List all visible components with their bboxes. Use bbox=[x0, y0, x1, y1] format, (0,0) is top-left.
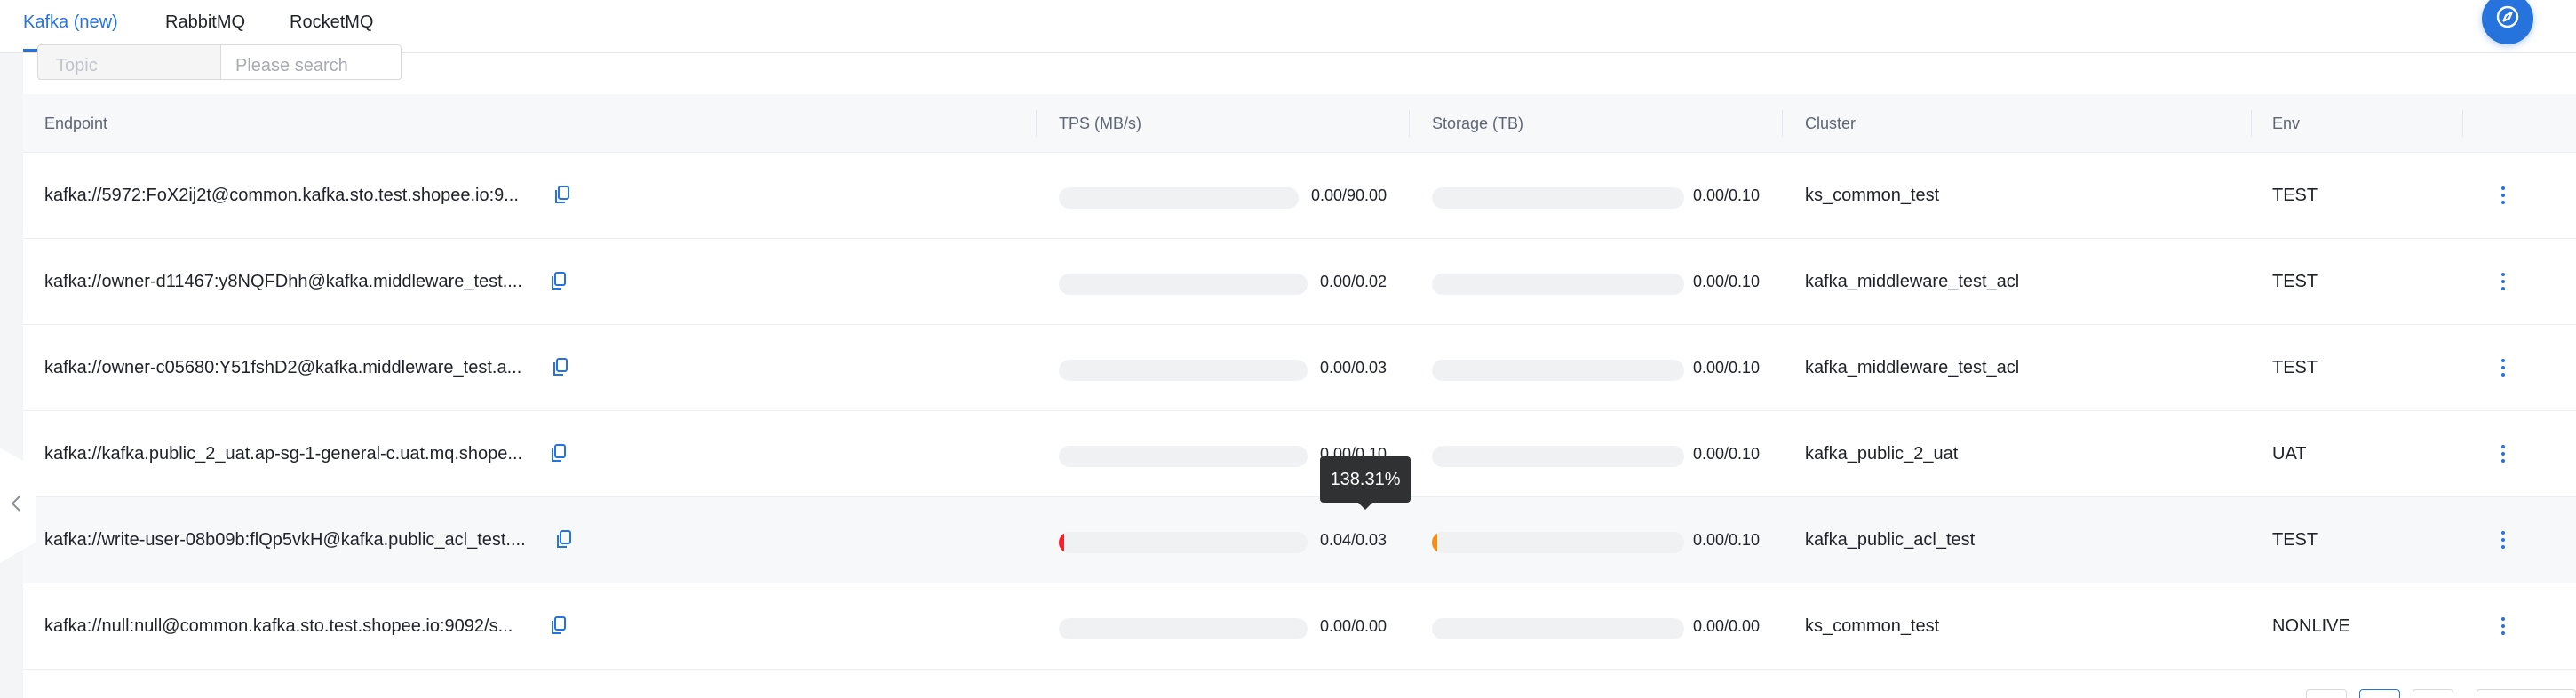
column-divider bbox=[2251, 110, 2252, 137]
header-tps: TPS (MB/s) bbox=[1059, 115, 1141, 132]
env-label: TEST bbox=[2272, 272, 2318, 291]
storage-value: 0.00/0.00 bbox=[1693, 617, 1761, 635]
storage-progress-bar bbox=[1432, 360, 1684, 381]
main-content: Topic Please search Endpoint TPS (MB/s) … bbox=[23, 44, 2576, 698]
storage-progress-fill bbox=[1432, 532, 1437, 553]
table-row[interactable]: kafka://5972:FoX2ij2t@common.kafka.sto.t… bbox=[23, 153, 2576, 239]
cluster-name: ks_common_test bbox=[1805, 616, 1940, 636]
endpoint-text: kafka://owner-c05680:Y51fshD2@kafka.midd… bbox=[44, 358, 522, 377]
tps-progress-bar bbox=[1059, 618, 1308, 639]
table-row[interactable]: kafka://kafka.public_2_uat.ap-sg-1-gener… bbox=[23, 411, 2576, 497]
cluster-name: kafka_middleware_test_acl bbox=[1805, 358, 2020, 377]
endpoint-text: kafka://owner-d11467:y8NQFDhh@kafka.midd… bbox=[44, 272, 522, 291]
search-input[interactable]: Please search bbox=[220, 44, 402, 80]
header-cluster: Cluster bbox=[1805, 115, 1856, 132]
endpoint-text: kafka://kafka.public_2_uat.ap-sg-1-gener… bbox=[44, 444, 523, 464]
tps-progress-fill bbox=[1059, 532, 1064, 553]
storage-progress-bar bbox=[1432, 187, 1684, 209]
page-gutter bbox=[0, 53, 23, 698]
tps-progress-bar bbox=[1059, 360, 1308, 381]
tps-progress-bar bbox=[1059, 274, 1308, 295]
storage-progress-bar bbox=[1432, 274, 1684, 295]
tps-progress-bar bbox=[1059, 446, 1308, 467]
pagination-next[interactable] bbox=[2413, 689, 2453, 698]
cluster-name: kafka_public_acl_test bbox=[1805, 530, 1976, 550]
storage-value: 0.00/0.10 bbox=[1693, 273, 1761, 290]
header-endpoint: Endpoint bbox=[44, 115, 108, 132]
env-label: TEST bbox=[2272, 530, 2318, 550]
more-actions-icon[interactable] bbox=[2493, 271, 2514, 292]
more-actions-icon[interactable] bbox=[2493, 185, 2514, 206]
copy-icon[interactable] bbox=[551, 444, 567, 464]
copy-icon[interactable] bbox=[551, 616, 567, 636]
table-header: Endpoint TPS (MB/s) Storage (TB) Cluster… bbox=[23, 94, 2576, 153]
cluster-name: kafka_middleware_test_acl bbox=[1805, 272, 2020, 291]
compass-button[interactable] bbox=[2482, 0, 2533, 44]
cluster-name: kafka_public_2_uat bbox=[1805, 444, 1959, 464]
endpoint-text: kafka://write-user-08b09b:flQp5vkH@kafka… bbox=[44, 530, 526, 550]
table-row[interactable]: kafka://null:null@common.kafka.sto.test.… bbox=[23, 583, 2576, 670]
storage-value: 0.00/0.10 bbox=[1693, 186, 1761, 204]
env-label: TEST bbox=[2272, 358, 2318, 377]
copy-icon[interactable] bbox=[553, 358, 568, 377]
header-storage: Storage (TB) bbox=[1432, 115, 1524, 132]
storage-value: 0.00/0.10 bbox=[1693, 531, 1761, 549]
table-row[interactable]: kafka://owner-c05680:Y51fshD2@kafka.midd… bbox=[23, 325, 2576, 411]
column-divider bbox=[1782, 110, 1783, 137]
endpoint-text: kafka://5972:FoX2ij2t@common.kafka.sto.t… bbox=[44, 186, 519, 205]
copy-icon[interactable] bbox=[551, 272, 567, 291]
storage-value: 0.00/0.10 bbox=[1693, 359, 1761, 377]
more-actions-icon[interactable] bbox=[2493, 357, 2514, 378]
pagination-page-current[interactable] bbox=[2359, 689, 2400, 698]
more-actions-icon[interactable] bbox=[2493, 529, 2514, 551]
tps-progress-bar[interactable] bbox=[1059, 532, 1308, 553]
column-divider bbox=[1409, 110, 1410, 137]
tps-value: 0.04/0.03 bbox=[1320, 531, 1387, 549]
tps-value: 0.00/90.00 bbox=[1311, 186, 1387, 204]
copy-icon[interactable] bbox=[554, 186, 570, 205]
endpoint-text: kafka://null:null@common.kafka.sto.test.… bbox=[44, 616, 513, 636]
column-divider bbox=[1036, 110, 1037, 137]
cluster-name: ks_common_test bbox=[1805, 186, 1940, 205]
more-actions-icon[interactable] bbox=[2493, 615, 2514, 637]
compass-icon bbox=[2495, 4, 2520, 34]
usage-tooltip: 138.31% bbox=[1320, 456, 1411, 510]
pagination-size-select[interactable] bbox=[2477, 689, 2576, 698]
chevron-left-icon bbox=[11, 495, 21, 517]
storage-progress-bar bbox=[1432, 618, 1684, 639]
tps-progress-bar bbox=[1059, 187, 1299, 209]
tps-value: 0.00/0.03 bbox=[1320, 359, 1387, 377]
storage-value: 0.00/0.10 bbox=[1693, 445, 1761, 463]
tps-value: 0.00/0.00 bbox=[1320, 617, 1387, 635]
more-actions-icon[interactable] bbox=[2493, 443, 2514, 464]
tps-value: 0.00/0.02 bbox=[1320, 273, 1387, 290]
search-field-select[interactable]: Topic bbox=[37, 44, 224, 80]
storage-progress-bar bbox=[1432, 446, 1684, 467]
env-label: UAT bbox=[2272, 444, 2307, 464]
table-row[interactable]: kafka://write-user-08b09b:flQp5vkH@kafka… bbox=[23, 497, 2576, 583]
header-env: Env bbox=[2272, 115, 2301, 132]
column-divider bbox=[2462, 110, 2463, 137]
env-label: TEST bbox=[2272, 186, 2318, 205]
env-label: NONLIVE bbox=[2272, 616, 2350, 636]
table-row[interactable]: kafka://owner-d11467:y8NQFDhh@kafka.midd… bbox=[23, 239, 2576, 325]
copy-icon[interactable] bbox=[556, 530, 572, 550]
storage-progress-bar bbox=[1432, 532, 1684, 553]
pagination-prev[interactable] bbox=[2306, 689, 2347, 698]
